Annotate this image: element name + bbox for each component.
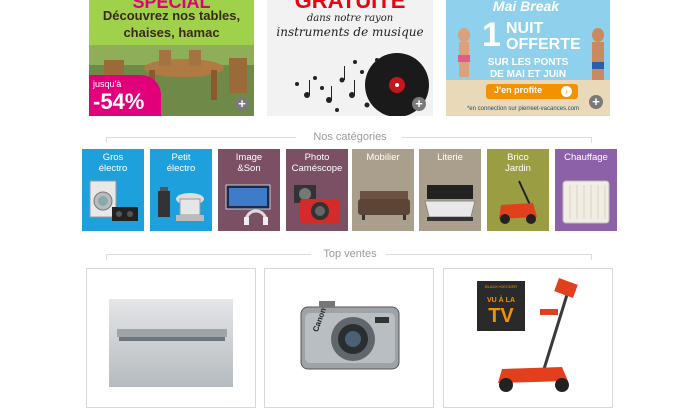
banner-mai-break-plus-icon[interactable]: + (589, 95, 603, 109)
category-label: Chauffage (564, 152, 608, 163)
promo-banner-garden[interactable]: SPÉCIAL Découvrez nos tables, chaises, h… (89, 0, 254, 116)
arrow-right-icon: › (561, 86, 572, 97)
radiator-icon (562, 180, 610, 224)
promo-banner-music[interactable]: GRATUITE dans notre rayon instruments de… (267, 0, 433, 116)
category-label: Image (235, 152, 263, 163)
offer-footnote: *en connection sur pierreet-vacances.com (466, 106, 580, 112)
category-label: électro (166, 163, 196, 174)
banner-garden-line2: chaises, hamac (123, 25, 220, 40)
jen-profite-label: J'en profite (494, 85, 543, 95)
banner-garden-line1: Découvrez nos tables, (102, 8, 241, 23)
category-petit-electro[interactable]: Petit électro (150, 149, 212, 231)
category-label: Gros (102, 152, 124, 163)
mai-break-logo: Mai Break (492, 0, 560, 14)
bed-icon (424, 185, 476, 221)
offer-big-number: 1 (482, 16, 501, 54)
category-photo-camescope[interactable]: Photo Caméscope (286, 149, 348, 231)
offer-line2: OFFERTE (506, 36, 581, 53)
banner-music-plus-icon[interactable]: + (412, 97, 426, 111)
promo-banner-mai-break[interactable]: Mai Break 1 NUIT OFFERTE SUR LES PONTS D… (446, 0, 610, 116)
category-label: Caméscope (291, 163, 343, 174)
category-label: électro (98, 163, 128, 174)
sofa-icon (358, 191, 410, 220)
category-gros-electro[interactable]: Gros électro (82, 149, 144, 231)
jen-profite-button[interactable]: J'en profite › (486, 84, 578, 99)
category-brico-jardin[interactable]: Brico Jardin (487, 149, 549, 231)
grass-trimmer-icon (498, 278, 578, 392)
category-label: Mobilier (366, 152, 400, 163)
category-literie[interactable]: Literie (419, 149, 481, 231)
lawnmower-icon (499, 180, 537, 224)
banner-garden-plus-icon[interactable]: + (235, 97, 249, 111)
category-label: &Son (237, 163, 261, 174)
category-label: Literie (437, 152, 463, 163)
discount-value: -54% (93, 89, 145, 114)
product-card-trimmer[interactable]: BLACK+DECKER VU À LA TV (443, 268, 613, 408)
music-notes-vinyl-image (295, 53, 429, 116)
category-mobilier[interactable]: Mobilier (352, 149, 414, 231)
offer-sub2: DE MAI ET JUIN (489, 69, 567, 80)
discount-badge: jusqu'à -54% (89, 75, 161, 116)
categories-section-title: Nos catégories (313, 131, 387, 143)
offer-sub1: SUR LES PONTS (487, 57, 569, 68)
top-ventes-section-title: Top ventes (323, 248, 377, 260)
washing-machine-icon (89, 180, 138, 221)
category-label: Petit (171, 152, 191, 163)
category-label: Jardin (505, 163, 531, 174)
product-card-camera[interactable]: Canon (264, 268, 434, 408)
category-chauffage[interactable]: Chauffage (555, 149, 617, 231)
compact-camera-icon (300, 301, 400, 370)
discount-prefix: jusqu'à (93, 79, 122, 89)
category-label: Photo (304, 152, 330, 163)
product-card-hood[interactable] (86, 268, 256, 408)
kitchen-robot-icon (158, 187, 204, 221)
tv-headphones-icon (225, 184, 271, 225)
range-hood-icon (109, 299, 233, 387)
camera-icon (294, 185, 340, 223)
category-label: Brico (507, 152, 529, 163)
category-image-son[interactable]: Image &Son (218, 149, 280, 231)
